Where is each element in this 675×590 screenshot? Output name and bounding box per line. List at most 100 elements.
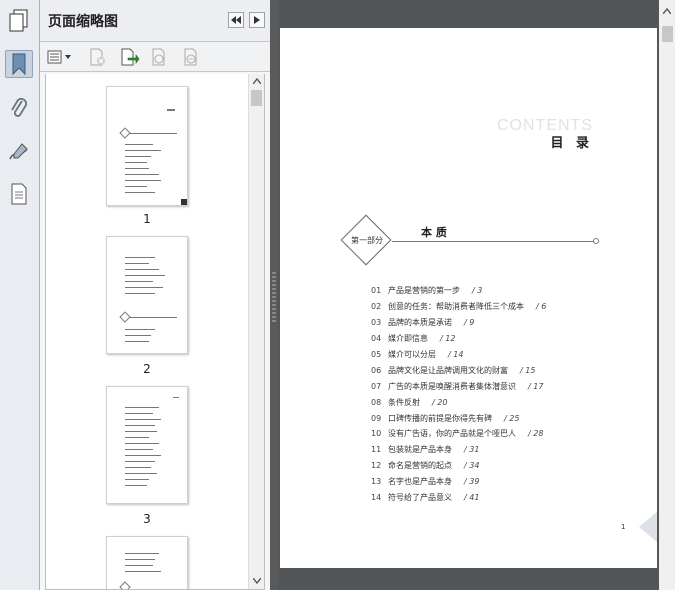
toc-number: 12: [371, 461, 382, 471]
double-left-arrow-icon: [231, 16, 241, 24]
toc-number: 04: [371, 334, 382, 344]
toc-number: 09: [371, 413, 382, 423]
thumbnail-label-2: 2: [143, 362, 151, 376]
toc-page: / 6: [536, 302, 547, 312]
thumbnail-label-3: 3: [143, 512, 151, 526]
toc-number: 14: [371, 493, 382, 503]
toc-number: 05: [371, 350, 382, 359]
toc-page: / 28: [528, 429, 544, 439]
panel-options-button[interactable]: [249, 12, 265, 28]
toc-number: 06: [371, 365, 382, 375]
toc-title: 创意的任务：帮助消费者降低三个成本: [388, 302, 524, 312]
toc-title: 广告的本质是唤醒消费者集体潜意识: [388, 381, 516, 391]
toc-page: / 3: [472, 286, 483, 296]
contents-heading-zh: 目 录: [550, 136, 593, 151]
toc-title: 包装就是产品本身: [388, 445, 452, 455]
toc-item[interactable]: 04 媒介即信息 / 12: [371, 331, 546, 347]
toc-number: 13: [371, 477, 382, 487]
navigation-pane-strip: [0, 0, 40, 590]
enlarge-page-icon[interactable]: [148, 47, 170, 67]
toc-number: 10: [371, 429, 382, 439]
panel-header: 页面缩略图: [40, 0, 270, 42]
toc-title: 媒介可以分层: [388, 350, 436, 359]
toc-page: / 9: [464, 318, 475, 328]
toc-item[interactable]: 10 没有广告语，你的产品就是个哑巴人 / 28: [371, 426, 546, 442]
toc-page: / 15: [520, 365, 536, 375]
toc-title: 符号给了产品意义: [388, 493, 452, 503]
toc-title: 命名是营销的起点: [388, 461, 452, 471]
part-label: 第一部分: [351, 236, 383, 245]
toc-number: 03: [371, 318, 382, 328]
toc-title: 条件反射: [388, 397, 420, 407]
toc-page: / 20: [432, 397, 448, 407]
page-thumbnail-2[interactable]: [106, 236, 188, 354]
scroll-up-icon[interactable]: [249, 74, 264, 88]
splitter-grip[interactable]: [272, 272, 276, 322]
thumbnail-toolbar: [40, 42, 270, 72]
page-thumbnails-panel: 页面缩略图 1 2 3: [40, 0, 270, 590]
toc-page: / 34: [464, 461, 480, 471]
document-page: CONTENTS 目 录 第一部分 本 质 01 产品是营销的第一步/ 3 02 创…: [280, 28, 657, 568]
print-page-icon[interactable]: [118, 47, 140, 67]
part-divider-dot: [593, 238, 599, 244]
thumbnail-label-1: 1: [143, 212, 151, 226]
toc-number: 02: [371, 302, 382, 312]
panel-splitter[interactable]: [270, 0, 278, 590]
panel-title: 页面缩略图: [48, 14, 118, 30]
collapse-panel-button[interactable]: [228, 12, 244, 28]
paperclip-icon[interactable]: [5, 94, 33, 122]
page-corner-tab: [639, 512, 657, 542]
toc-item[interactable]: 06 品牌文化是让品牌调用文化的财富 / 15: [371, 362, 546, 378]
toc-item[interactable]: 07 广告的本质是唤醒消费者集体潜意识 / 17: [371, 378, 546, 394]
document-layers-icon[interactable]: [5, 180, 33, 208]
toc-number: 07: [371, 381, 382, 391]
thumbnail-scrollbar[interactable]: [248, 74, 264, 589]
toc-item[interactable]: 14 符号给了产品意义 / 41: [371, 490, 546, 506]
scroll-down-icon[interactable]: [249, 574, 264, 588]
thumbnail-list[interactable]: 1 2 3: [45, 74, 265, 590]
toc-page: / 14: [448, 350, 464, 359]
toc-page: / 12: [440, 334, 456, 344]
toc-item[interactable]: 03 品牌的本质是承诺 / 9: [371, 315, 546, 331]
toc-item[interactable]: 12 命名是营销的起点 / 34: [371, 458, 546, 474]
toc-item[interactable]: 08 条件反射 / 20: [371, 394, 546, 410]
toc-number: 08: [371, 397, 382, 407]
reduce-page-icon[interactable]: [180, 47, 202, 67]
toc-item[interactable]: 09 口碑传播的前提是你得先有碑 / 25: [371, 410, 546, 426]
toc-title: 媒介即信息: [388, 334, 428, 344]
toc-page: / 41: [464, 493, 480, 503]
page-thumbnail-1[interactable]: [106, 86, 188, 206]
toc-title: 名字也是产品本身: [388, 477, 452, 487]
toc-item[interactable]: 11 包装就是产品本身 / 31: [371, 442, 546, 458]
toc-title: 品牌的本质是承诺: [388, 318, 452, 328]
scrollbar-thumb[interactable]: [662, 26, 673, 42]
pages-icon[interactable]: [5, 6, 33, 34]
toc-title: 没有广告语，你的产品就是个哑巴人: [388, 429, 516, 439]
document-scrollbar[interactable]: [659, 0, 675, 590]
signature-icon[interactable]: [5, 138, 33, 166]
page-number: 1: [621, 523, 626, 531]
toc-number: 11: [371, 445, 382, 455]
toc-item[interactable]: 13 名字也是产品本身 / 39: [371, 474, 546, 490]
toc-title: 品牌文化是让品牌调用文化的财富: [388, 365, 508, 375]
toc-title: 产品是营销的第一步: [388, 286, 460, 296]
toc-item[interactable]: 01 产品是营销的第一步 / 3: [371, 283, 546, 299]
page-thumbnail-4[interactable]: [106, 536, 188, 589]
part-divider-line: [392, 241, 594, 242]
part-title: 本 质: [421, 226, 447, 239]
scrollbar-thumb[interactable]: [251, 90, 262, 106]
delete-page-icon[interactable]: [86, 47, 108, 67]
toc-title: 口碑传播的前提是你得先有碑: [388, 413, 492, 423]
toc-item[interactable]: 02 创意的任务：帮助消费者降低三个成本 / 6: [371, 299, 546, 315]
right-arrow-icon: [254, 16, 260, 24]
toc-item[interactable]: 05 媒介可以分层 / 14: [371, 347, 546, 363]
toc-list: 01 产品是营销的第一步 / 3 02 创意的任务：帮助消费者降低三个成本 / 6 03…: [371, 283, 546, 505]
scroll-up-icon[interactable]: [659, 4, 675, 18]
bookmark-icon[interactable]: [5, 50, 33, 78]
toc-page: / 39: [464, 477, 480, 487]
page-thumbnail-3[interactable]: [106, 386, 188, 504]
document-view[interactable]: CONTENTS 目 录 第一部分 本 质 01 产品是营销的第一步/ 3 02 创…: [278, 0, 659, 590]
toc-page: / 31: [464, 445, 480, 455]
toc-page: / 25: [504, 413, 520, 423]
options-menu-icon[interactable]: [46, 47, 74, 67]
